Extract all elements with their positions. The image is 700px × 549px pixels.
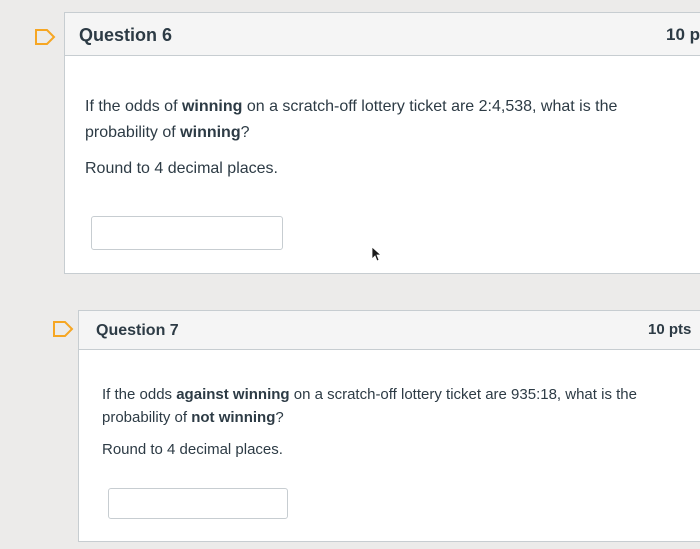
flag-outline-icon[interactable] — [34, 29, 56, 45]
question-7-body: If the odds against winning on a scratch… — [102, 383, 667, 461]
question-7-header: Question 7 10 pts — [79, 311, 700, 350]
question-7-answer-input[interactable] — [108, 488, 288, 519]
question-7-title: Question 7 — [96, 322, 179, 339]
question-6-text: If the odds of winning on a scratch-off … — [85, 98, 618, 141]
question-6-title: Question 6 — [79, 25, 173, 45]
question-6-header: Question 6 10 pt — [65, 13, 700, 56]
question-7-card: Question 7 10 pts If the odds against wi… — [78, 310, 700, 542]
question-7-instruction: Round to 4 decimal places. — [102, 441, 283, 458]
flag-outline-icon[interactable] — [52, 321, 74, 337]
question-7-points: 10 pts — [648, 321, 692, 338]
question-6-body: If the odds of winning on a scratch-off … — [85, 94, 655, 182]
mouse-pointer-icon — [371, 246, 383, 262]
question-7-text: If the odds against winning on a scratch… — [102, 386, 637, 426]
question-6-instruction: Round to 4 decimal places. — [85, 160, 278, 177]
question-6-card: Question 6 10 pt If the odds of winning … — [64, 12, 700, 274]
question-6-answer-input[interactable] — [91, 216, 283, 250]
question-6-points: 10 pt — [666, 25, 700, 44]
